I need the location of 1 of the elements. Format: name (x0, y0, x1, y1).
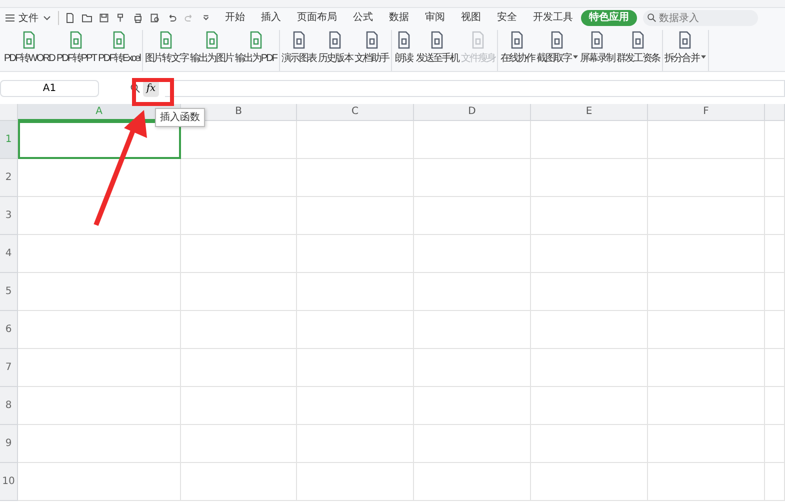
tooltip: 插入函数 (155, 108, 205, 127)
